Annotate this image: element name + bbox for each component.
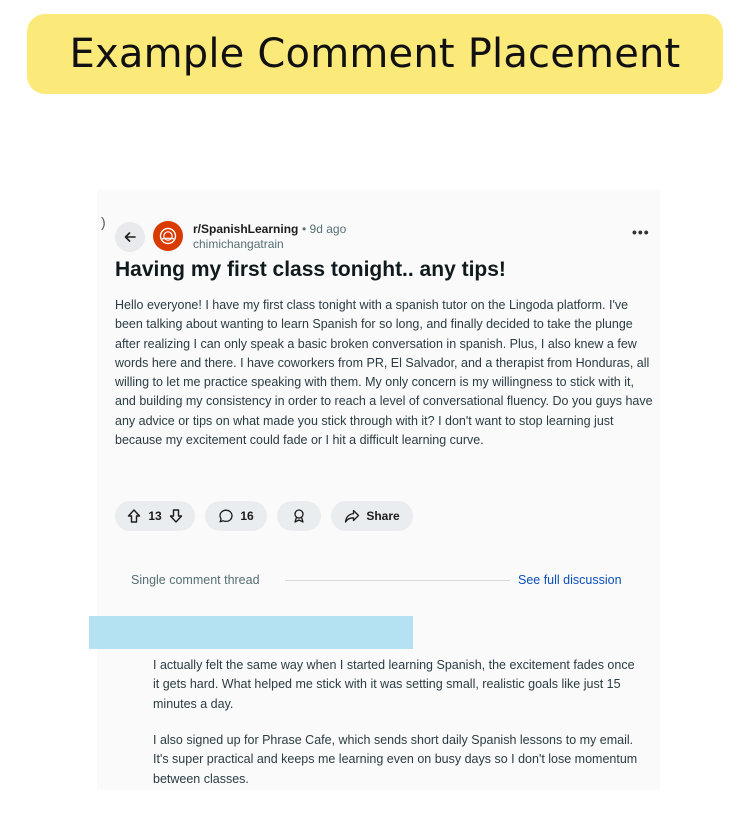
share-button[interactable]: Share	[331, 501, 413, 531]
title-banner: Example Comment Placement	[27, 14, 723, 94]
upvote-arrow-icon[interactable]	[126, 508, 142, 524]
subreddit-name[interactable]: r/SpanishLearning	[193, 222, 298, 236]
post-age: • 9d ago	[302, 222, 347, 236]
award-button[interactable]	[277, 501, 321, 531]
award-ribbon-icon	[294, 509, 304, 523]
stray-character: )	[101, 214, 106, 230]
post-body: Hello everyone! I have my first class to…	[115, 298, 653, 448]
thread-divider	[285, 580, 510, 581]
vote-control: 13	[115, 501, 195, 531]
vote-count: 13	[148, 509, 162, 523]
redacted-username-bar	[89, 616, 413, 649]
downvote-arrow-icon[interactable]	[168, 508, 184, 524]
subreddit-avatar-icon	[159, 227, 177, 245]
speech-bubble-icon	[219, 509, 233, 523]
subreddit-avatar[interactable]	[153, 221, 183, 251]
post-author[interactable]: chimichangatrain	[193, 237, 284, 251]
comment-paragraph: I actually felt the same way when I star…	[153, 658, 635, 711]
comment-count: 16	[240, 509, 254, 523]
share-arrow-icon	[345, 509, 360, 523]
post-title: Having my first class tonight.. any tips…	[115, 258, 506, 281]
arrow-left-icon	[124, 232, 136, 242]
banner-title: Example Comment Placement	[69, 31, 681, 77]
share-label: Share	[366, 509, 400, 523]
back-button[interactable]	[115, 222, 145, 252]
see-full-discussion-link[interactable]: See full discussion	[518, 573, 622, 587]
comments-button[interactable]: 16	[205, 501, 267, 531]
thread-label: Single comment thread	[131, 573, 260, 587]
comment-paragraph: I also signed up for Phrase Cafe, which …	[153, 733, 638, 786]
more-options-button[interactable]: •••	[632, 224, 650, 240]
